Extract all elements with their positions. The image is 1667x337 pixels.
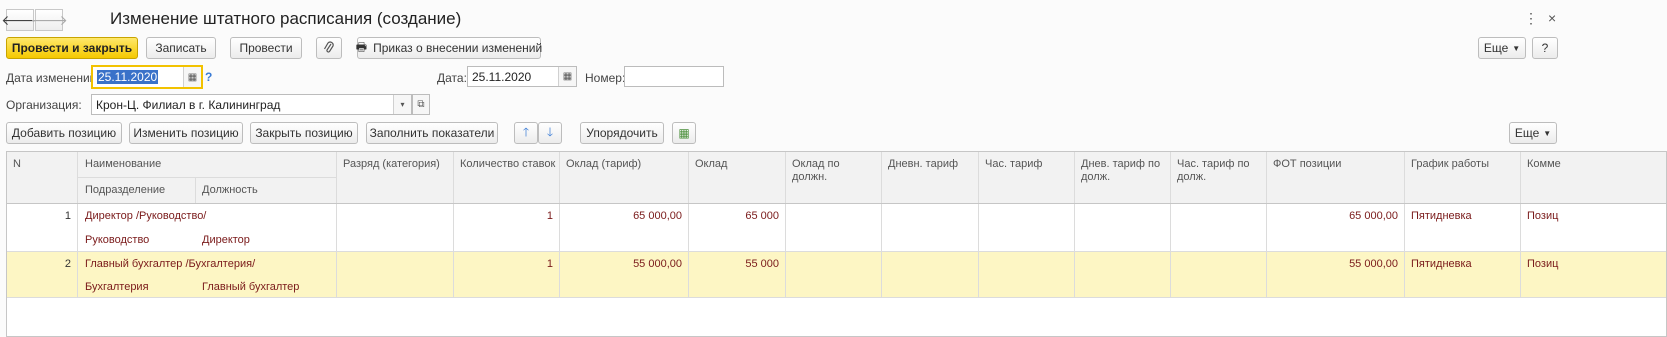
edit-position-button[interactable]: Изменить позицию xyxy=(129,122,243,144)
paperclip-icon xyxy=(323,41,334,53)
col-schedule[interactable]: График работы xyxy=(1411,158,1489,171)
attach-button[interactable] xyxy=(316,37,342,59)
order-button-label: Приказ о внесении изменений xyxy=(373,41,543,55)
row1-name[interactable]: Директор /Руководство/ xyxy=(85,210,206,222)
table-settings-button[interactable]: ▦ xyxy=(672,122,696,144)
row2-name[interactable]: Главный бухгалтер /Бухгалтерия/ xyxy=(85,258,255,270)
page-title: Изменение штатного расписания (создание) xyxy=(110,9,462,28)
row2-comment[interactable]: Позиц xyxy=(1527,258,1558,270)
row1-n: 1 xyxy=(64,210,71,222)
date-value: 25.11.2020 xyxy=(472,69,532,84)
arrow-right-icon: 🡒 xyxy=(30,11,68,28)
post-button[interactable]: Провести xyxy=(230,37,302,59)
calendar-icon[interactable]: ▦ xyxy=(558,67,576,86)
col-dept[interactable]: Подразделение xyxy=(85,184,165,197)
col-grade[interactable]: Разряд (категория) xyxy=(343,158,440,171)
help-icon[interactable]: ? xyxy=(205,70,212,84)
arrow-up-icon: 🡑 xyxy=(522,124,530,139)
col-name[interactable]: Наименование xyxy=(85,158,161,171)
col-salary[interactable]: Оклад xyxy=(695,158,727,171)
row1-position[interactable]: Директор xyxy=(202,234,250,246)
date-label: Дата: xyxy=(437,71,467,85)
org-value: Крон-Ц. Филиал в г. Калининград xyxy=(96,97,281,112)
row2-salary[interactable]: 55 000 xyxy=(688,258,779,270)
col-rates[interactable]: Количество ставок xyxy=(460,158,555,171)
row1-schedule[interactable]: Пятидневка xyxy=(1411,210,1472,222)
post-close-button[interactable]: Провести и закрыть xyxy=(6,37,138,59)
row1-payroll[interactable]: 65 000,00 xyxy=(1266,210,1398,222)
col-hour-tariff[interactable]: Час. тариф xyxy=(985,158,1042,171)
col-n[interactable]: N xyxy=(13,158,21,171)
row2-n: 2 xyxy=(64,258,71,270)
fill-indicators-button[interactable]: Заполнить показатели xyxy=(366,122,498,144)
col-day-tariff[interactable]: Дневн. тариф xyxy=(888,158,958,171)
col-salary-by-pos[interactable]: Оклад по должн. xyxy=(792,158,872,184)
row2-rates[interactable]: 1 xyxy=(453,258,553,270)
org-field[interactable]: Крон-Ц. Филиал в г. Калининград ▾ xyxy=(91,94,412,115)
row2-payroll[interactable]: 55 000,00 xyxy=(1266,258,1398,270)
col-comment[interactable]: Комме xyxy=(1527,158,1561,171)
row1-salary-tariff[interactable]: 65 000,00 xyxy=(559,210,682,222)
table-add-icon: ▦ xyxy=(678,126,690,140)
positions-table[interactable]: N Наименование Подразделение Должность Р… xyxy=(6,151,1667,337)
row2-position[interactable]: Главный бухгалтер xyxy=(202,281,299,293)
table-more-label: Еще xyxy=(1514,126,1540,140)
help-button[interactable]: ? xyxy=(1532,37,1558,59)
move-up-button[interactable]: 🡑 xyxy=(514,122,538,144)
more-button-label: Еще xyxy=(1483,41,1509,55)
move-down-button[interactable]: 🡓 xyxy=(538,122,562,144)
col-salary-tariff[interactable]: Оклад (тариф) xyxy=(566,158,641,171)
table-more-button[interactable]: Еще ▼ xyxy=(1509,122,1557,144)
row1-comment[interactable]: Позиц xyxy=(1527,210,1558,222)
sort-button[interactable]: Упорядочить xyxy=(580,122,664,144)
more-vertical-icon[interactable]: ⋮ xyxy=(1524,10,1538,27)
forward-button[interactable]: 🡒 xyxy=(30,9,68,31)
add-position-button[interactable]: Добавить позицию xyxy=(6,122,122,144)
change-date-field[interactable]: 25.11.2020 ▦ xyxy=(91,65,203,89)
close-position-button[interactable]: Закрыть позицию xyxy=(250,122,358,144)
arrow-down-icon: 🡓 xyxy=(546,124,554,139)
printer-icon: 🖶 xyxy=(355,39,368,54)
row1-salary[interactable]: 65 000 xyxy=(688,210,779,222)
org-label: Организация: xyxy=(6,98,82,112)
change-date-value: 25.11.2020 xyxy=(97,70,159,84)
more-button[interactable]: Еще ▼ xyxy=(1478,37,1526,59)
col-position[interactable]: Должность xyxy=(202,184,258,197)
dropdown-icon[interactable]: ▾ xyxy=(393,95,411,114)
row2-salary-tariff[interactable]: 55 000,00 xyxy=(559,258,682,270)
col-payroll[interactable]: ФОТ позиции xyxy=(1273,158,1341,171)
save-button[interactable]: Записать xyxy=(146,37,216,59)
number-label: Номер: xyxy=(585,71,626,85)
row2-dept[interactable]: Бухгалтерия xyxy=(85,281,149,293)
change-date-label: Дата изменений: xyxy=(6,71,100,85)
col-day-tariff-pos[interactable]: Днев. тариф по долж. xyxy=(1081,158,1166,184)
row2-schedule[interactable]: Пятидневка xyxy=(1411,258,1472,270)
chevron-down-icon: ▼ xyxy=(1512,43,1521,53)
date-field[interactable]: 25.11.2020 ▦ xyxy=(467,66,577,87)
col-hour-tariff-pos[interactable]: Час. тариф по долж. xyxy=(1177,158,1262,184)
row1-rates[interactable]: 1 xyxy=(453,210,553,222)
chevron-down-icon: ▼ xyxy=(1543,128,1552,138)
calendar-icon[interactable]: ▦ xyxy=(183,67,201,87)
order-button[interactable]: 🖶 Приказ о внесении изменений xyxy=(355,37,543,59)
close-icon[interactable]: × xyxy=(1548,10,1556,26)
open-icon[interactable]: ⧉ xyxy=(412,94,430,115)
number-field[interactable] xyxy=(624,66,724,87)
row1-dept[interactable]: Руководство xyxy=(85,234,149,246)
